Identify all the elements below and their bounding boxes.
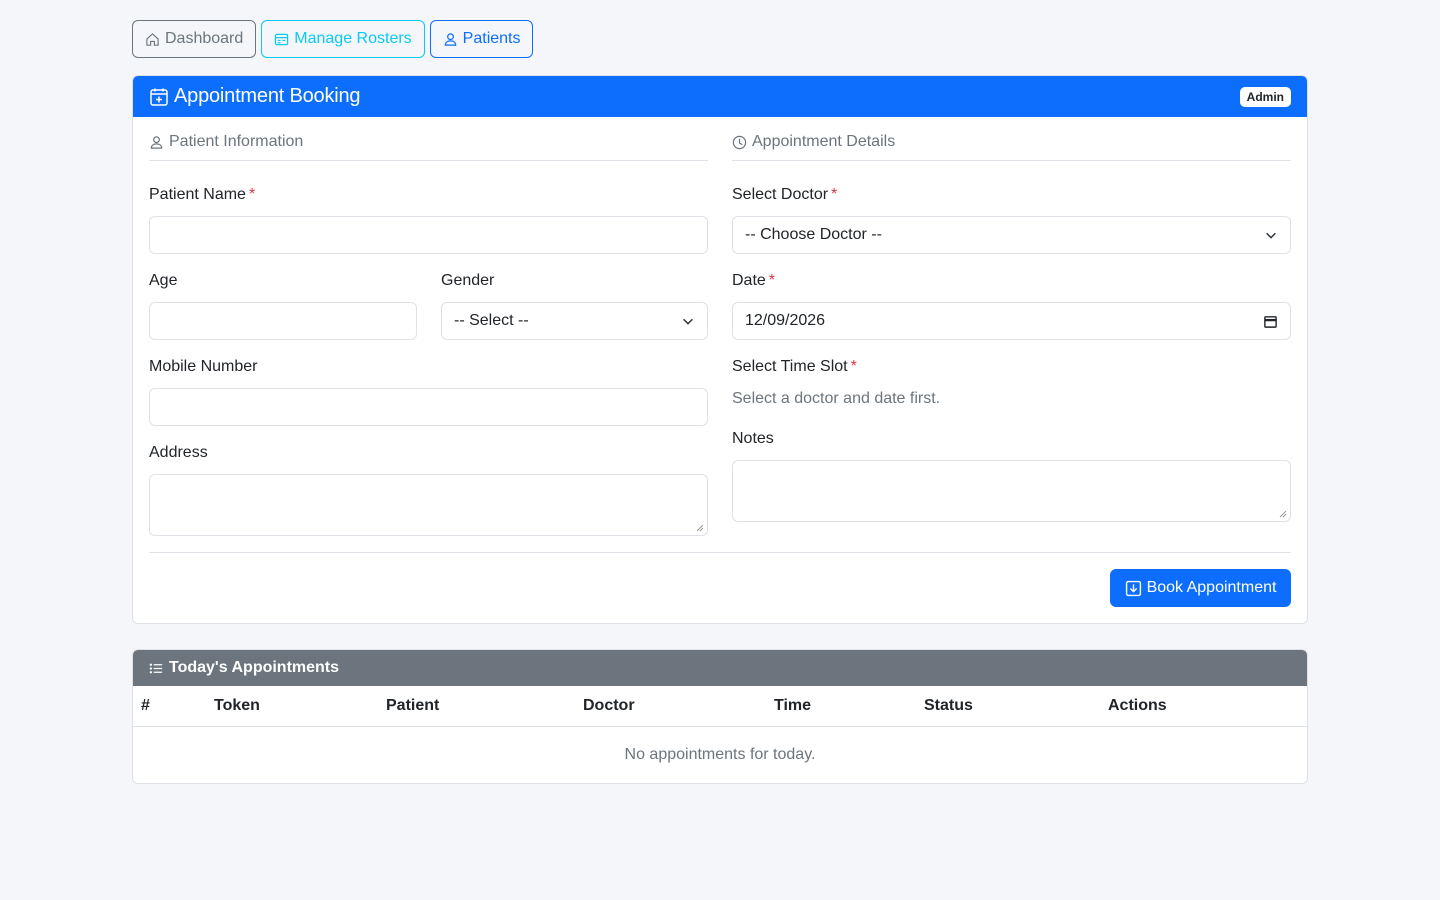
todays-appointments-card: Today's Appointments # Token Patient Doc… <box>132 649 1308 784</box>
clock-icon <box>732 135 747 149</box>
age-label: Age <box>149 272 178 289</box>
calendar-roster-icon <box>275 33 289 45</box>
patients-label: Patients <box>462 30 521 47</box>
column-header-doctor: Doctor <box>575 686 766 727</box>
resize-grip-icon[interactable] <box>1279 510 1287 518</box>
gender-label: Gender <box>441 272 495 289</box>
appointment-details-heading: Appointment Details <box>732 132 1291 152</box>
person-icon <box>150 135 163 149</box>
section-divider <box>149 160 708 161</box>
gender-select-value: -- Select -- <box>454 312 529 329</box>
table-header-row: # Token Patient Doctor Time Status Actio… <box>133 686 1307 727</box>
patient-name-label-text: Patient Name <box>149 186 246 203</box>
doctor-select-value: -- Choose Doctor -- <box>745 226 882 243</box>
appointments-title: Today's Appointments <box>169 659 340 676</box>
time-slot-label: Select Time Slot * <box>732 358 857 376</box>
appointment-details-section: Appointment Details Select Doctor * -- Ch… <box>732 132 1291 522</box>
date-label: Date * <box>732 272 775 290</box>
time-slot-label-text: Select Time Slot <box>732 358 848 375</box>
dashboard-button[interactable]: Dashboard <box>132 20 257 58</box>
empty-state-message: No appointments for today. <box>624 745 816 763</box>
time-slot-hint: Select a doctor and date first. <box>732 390 941 407</box>
date-input[interactable]: 12/09/2026 <box>732 302 1291 340</box>
required-mark: * <box>248 186 256 203</box>
column-header-patient: Patient <box>378 686 575 727</box>
date-label-text: Date <box>732 272 766 289</box>
form-divider <box>149 552 1291 553</box>
book-appointment-label: Book Appointment <box>1146 579 1277 596</box>
calendar-picker-icon[interactable] <box>1263 314 1278 329</box>
dashboard-label: Dashboard <box>165 30 244 47</box>
calendar-plus-icon <box>150 88 168 106</box>
mobile-input[interactable] <box>149 388 708 426</box>
gender-select[interactable]: -- Select -- <box>441 302 708 340</box>
resize-grip-icon[interactable] <box>696 524 704 532</box>
age-input[interactable] <box>149 302 417 340</box>
manage-rosters-button[interactable]: Manage Rosters <box>261 20 425 58</box>
column-header-status: Status <box>916 686 1100 727</box>
mobile-label: Mobile Number <box>149 358 258 375</box>
role-badge: Admin <box>1239 86 1291 107</box>
list-icon <box>149 663 163 673</box>
home-icon <box>146 32 159 46</box>
patient-name-input[interactable] <box>149 216 708 254</box>
column-header-number: # <box>133 686 206 727</box>
column-header-actions: Actions <box>1100 686 1307 727</box>
doctor-label: Select Doctor * <box>732 186 837 204</box>
patient-info-heading: Patient Information <box>149 132 708 152</box>
appointments-table: # Token Patient Doctor Time Status Actio… <box>133 686 1307 783</box>
booking-header: Appointment Booking Admin <box>133 76 1307 117</box>
notes-textarea[interactable] <box>732 460 1291 522</box>
notes-label: Notes <box>732 430 774 447</box>
appointments-header: Today's Appointments <box>133 650 1307 686</box>
address-textarea[interactable] <box>149 474 708 536</box>
patient-info-section: Patient Information Patient Name * Age Ge… <box>149 132 708 536</box>
required-mark: * <box>768 272 776 289</box>
doctor-label-text: Select Doctor <box>732 186 829 203</box>
book-appointment-button[interactable]: Book Appointment <box>1110 569 1291 607</box>
download-box-icon <box>1125 580 1141 596</box>
doctor-select[interactable]: -- Choose Doctor -- <box>732 216 1291 254</box>
table-row: No appointments for today. <box>133 726 1307 783</box>
patients-button[interactable]: Patients <box>429 20 534 58</box>
column-header-token: Token <box>206 686 378 727</box>
section-divider <box>732 160 1291 161</box>
chevron-down-icon <box>683 318 693 325</box>
column-header-time: Time <box>766 686 916 727</box>
booking-title: Appointment Booking <box>149 85 361 108</box>
date-input-value: 12/09/2026 <box>745 312 826 329</box>
appointment-booking-card: Appointment Booking Admin Patient Inform… <box>132 75 1308 624</box>
manage-rosters-label: Manage Rosters <box>294 30 412 47</box>
required-mark: * <box>831 186 838 203</box>
appointment-details-title: Appointment Details <box>752 133 896 150</box>
address-label: Address <box>149 444 208 461</box>
patient-name-label: Patient Name * <box>149 186 255 204</box>
top-nav: Dashboard Manage Rosters Patients <box>132 20 1308 58</box>
required-mark: * <box>850 358 857 375</box>
patient-info-title: Patient Information <box>169 133 304 150</box>
chevron-down-icon <box>1266 232 1276 239</box>
booking-title-text: Appointment Booking <box>174 85 361 107</box>
page-container: Dashboard Manage Rosters Patients Appoin… <box>132 20 1308 784</box>
person-icon <box>444 32 456 46</box>
